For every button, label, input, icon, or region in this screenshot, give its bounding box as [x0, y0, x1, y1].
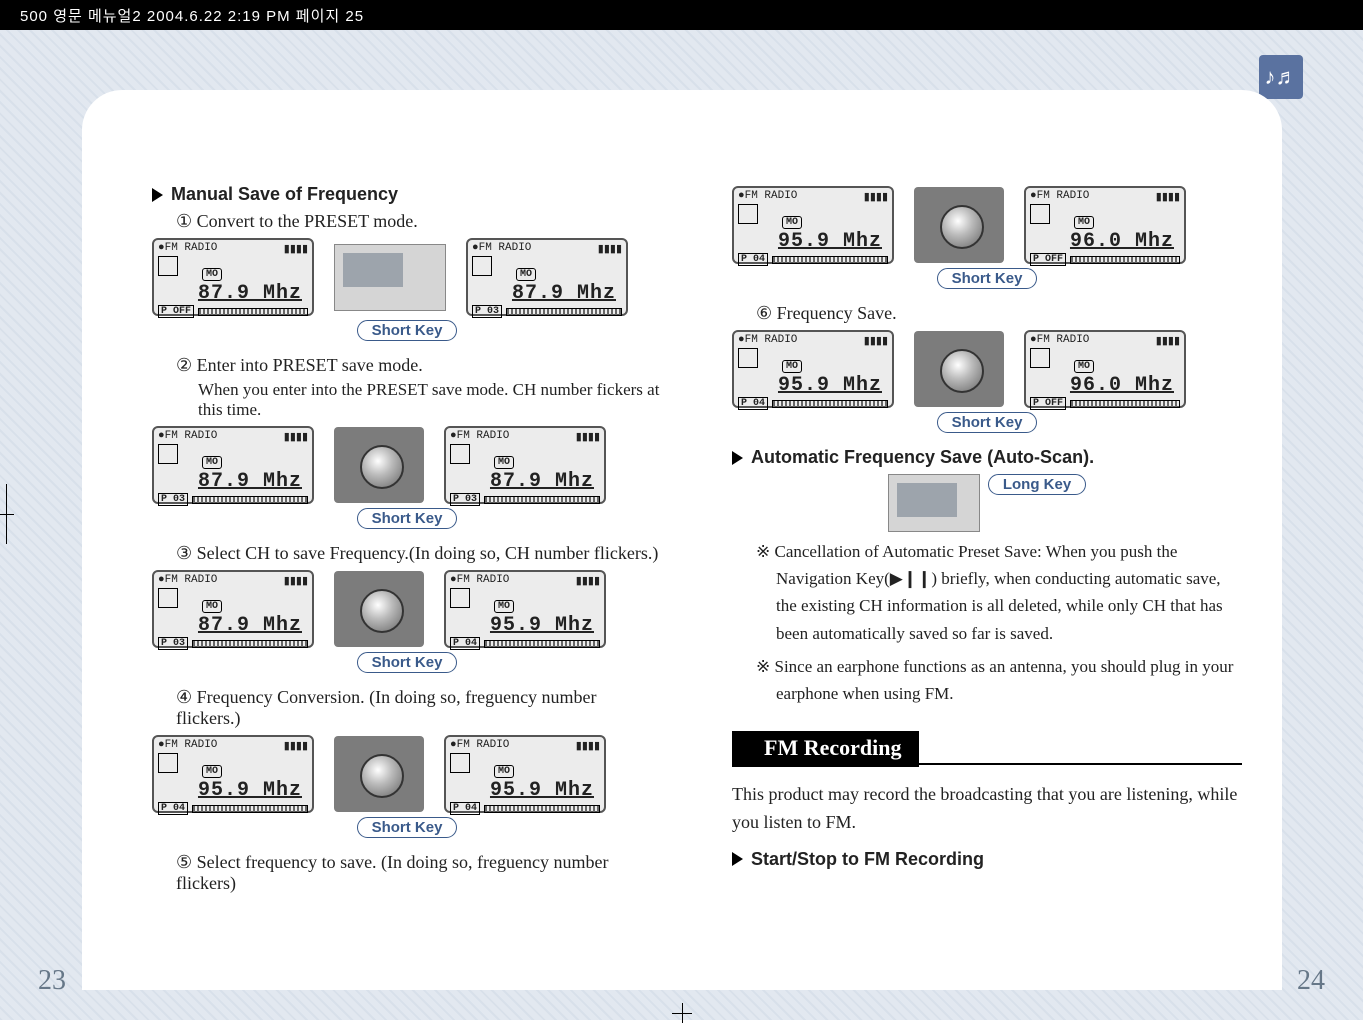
step1-screens: ●FM RADIO▮▮▮▮ MO 87.9 Mhz P OFF ●FM RADI… — [152, 238, 662, 316]
lcd-screen: ●FM RADIO▮▮▮▮ MO 96.0 Mhz P OFF — [1024, 330, 1186, 408]
lcd-screen: ●FM RADIO▮▮▮▮ MO 95.9 Mhz P 04 — [732, 186, 894, 264]
lcd-screen: ●FM RADIO▮▮▮▮ MO 87.9 Mhz P 03 — [444, 426, 606, 504]
step-5: ⑤ Select frequency to save. (In doing so… — [176, 852, 662, 894]
long-key-badge: Long Key — [988, 474, 1086, 495]
lcd-screen: ●FM RADIO▮▮▮▮ MO 87.9 Mhz P 03 — [466, 238, 628, 316]
long-key-row: Long Key — [732, 474, 1242, 532]
right-column: ●FM RADIO▮▮▮▮ MO 95.9 Mhz P 04 ●FM RADIO… — [732, 180, 1242, 898]
step4-screens: ●FM RADIO▮▮▮▮ MO 95.9 Mhz P 04 ●FM RADIO… — [152, 735, 662, 813]
lcd-screen: ●FM RADIO▮▮▮▮ MO 95.9 Mhz P 04 — [444, 735, 606, 813]
lcd-screen: ●FM RADIO▮▮▮▮ MO 87.9 Mhz P 03 — [152, 570, 314, 648]
step-2: ② Enter into PRESET save mode. — [176, 355, 662, 376]
short-key-badge: Short Key — [357, 508, 458, 529]
note-1: ※ Cancellation of Automatic Preset Save:… — [756, 538, 1242, 647]
triangle-icon — [152, 188, 163, 202]
joystick-icon — [334, 736, 424, 812]
lcd-screen: ●FM RADIO▮▮▮▮ MO 87.9 Mhz P 03 — [152, 426, 314, 504]
device-icon — [888, 474, 980, 532]
step-3: ③ Select CH to save Frequency.(In doing … — [176, 543, 662, 564]
joystick-icon — [334, 427, 424, 503]
manual-save-heading: Manual Save of Frequency — [152, 184, 662, 205]
section-heading: FM Recording — [732, 731, 1242, 767]
short-key-badge: Short Key — [937, 268, 1038, 289]
auto-scan-heading: Automatic Frequency Save (Auto-Scan). — [732, 447, 1242, 468]
step3-screens: ●FM RADIO▮▮▮▮ MO 87.9 Mhz P 03 ●FM RADIO… — [152, 570, 662, 648]
page-number-right: 24 — [1297, 965, 1325, 997]
short-key-badge: Short Key — [357, 320, 458, 341]
short-key-badge: Short Key — [357, 652, 458, 673]
section-intro: This product may record the broadcasting… — [732, 781, 1242, 837]
short-key-badge: Short Key — [937, 412, 1038, 433]
step-1: ① Convert to the PRESET mode. — [176, 211, 662, 232]
header-text: 500 영문 메뉴얼2 2004.6.22 2:19 PM 페이지 25 — [20, 5, 364, 26]
square-icon — [732, 731, 754, 767]
step-2-note: When you enter into the PRESET save mode… — [198, 380, 662, 420]
device-icon — [334, 244, 446, 311]
left-column: Manual Save of Frequency ① Convert to th… — [152, 180, 662, 898]
registration-mark-icon — [692, 4, 712, 24]
lcd-screen: ●FM RADIO▮▮▮▮ MO 87.9 Mhz P OFF — [152, 238, 314, 316]
lcd-screen: ●FM RADIO▮▮▮▮ MO 95.9 Mhz P 04 — [732, 330, 894, 408]
triangle-icon — [732, 451, 743, 465]
crop-mark-bottom — [672, 1003, 692, 1023]
note-2: ※ Since an earphone functions as an ante… — [756, 653, 1242, 707]
crop-mark-left — [0, 474, 22, 554]
step6-screens: ●FM RADIO▮▮▮▮ MO 95.9 Mhz P 04 ●FM RADIO… — [732, 330, 1242, 408]
fm-recording-heading: Start/Stop to FM Recording — [732, 849, 1242, 870]
step-4: ④ Frequency Conversion. (In doing so, fr… — [176, 687, 662, 729]
page-content: Manual Save of Frequency ① Convert to th… — [82, 90, 1282, 990]
step2-screens: ●FM RADIO▮▮▮▮ MO 87.9 Mhz P 03 ●FM RADIO… — [152, 426, 662, 504]
lcd-screen: ●FM RADIO▮▮▮▮ MO 96.0 Mhz P OFF — [1024, 186, 1186, 264]
joystick-icon — [334, 571, 424, 647]
joystick-icon — [914, 187, 1004, 263]
step-6: ⑥ Frequency Save. — [756, 303, 1242, 324]
joystick-icon — [914, 331, 1004, 407]
step5-screens: ●FM RADIO▮▮▮▮ MO 95.9 Mhz P 04 ●FM RADIO… — [732, 186, 1242, 264]
lcd-screen: ●FM RADIO▮▮▮▮ MO 95.9 Mhz P 04 — [152, 735, 314, 813]
triangle-icon — [732, 852, 743, 866]
short-key-badge: Short Key — [357, 817, 458, 838]
lcd-screen: ●FM RADIO▮▮▮▮ MO 95.9 Mhz P 04 — [444, 570, 606, 648]
page-number-left: 23 — [38, 965, 66, 997]
